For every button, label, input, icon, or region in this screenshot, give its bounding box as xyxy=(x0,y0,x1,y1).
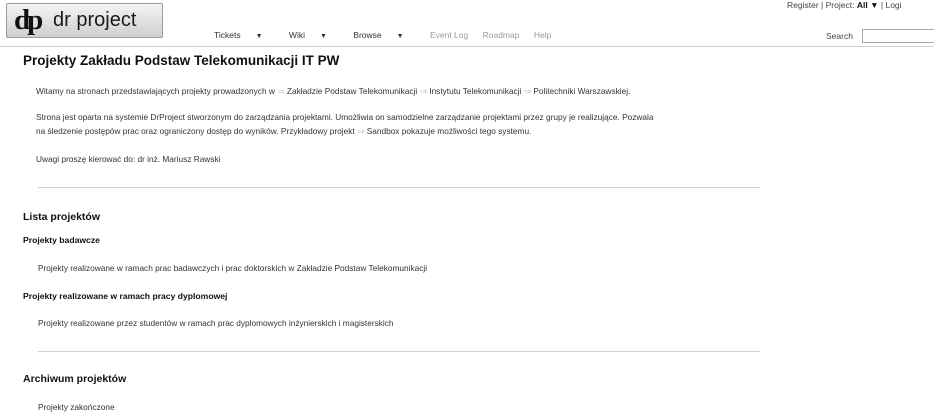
chevron-down-icon: ▼ xyxy=(870,0,879,10)
search-label: Search xyxy=(826,31,853,41)
diploma-heading: Projekty realizowane w ramach pracy dypl… xyxy=(23,291,228,301)
diploma-link[interactable]: Projekty realizowane przez studentów w r… xyxy=(38,316,394,330)
header: dp dr project Tickets ▼ Wiki ▼ Browse ▼ Eve… xyxy=(0,0,934,48)
nav-event-log[interactable]: Event Log xyxy=(430,30,468,40)
project-label: Project: xyxy=(825,0,855,10)
link-zaklad[interactable]: Zakładzie Podstaw Telekomunikacji xyxy=(277,86,417,96)
description-text: na śledzenie postępów prac oraz ogranicz… xyxy=(36,126,355,136)
archive-heading: Archiwum projektów xyxy=(23,373,127,385)
intro-text: Witamy na stronach przedstawiających pro… xyxy=(36,86,275,96)
login-link[interactable]: Logi xyxy=(885,0,901,10)
archive-link[interactable]: Projekty zakończone xyxy=(38,400,115,414)
nav-tickets[interactable]: Tickets ▼ xyxy=(214,30,275,40)
page-title: Projekty Zakładu Podstaw Telekomunikacji… xyxy=(23,53,340,68)
section-divider xyxy=(38,351,760,352)
nav-tickets-label: Tickets xyxy=(214,30,241,40)
link-sandbox[interactable]: Sandbox xyxy=(357,126,399,136)
project-selector[interactable]: Project: All ▼ xyxy=(826,0,879,10)
register-link[interactable]: Register xyxy=(787,0,819,10)
header-divider xyxy=(0,46,934,47)
separator: | xyxy=(880,0,884,10)
link-instytut[interactable]: Instytutu Telekomunikacji xyxy=(420,86,522,96)
project-value: All xyxy=(856,0,868,10)
separator: | xyxy=(821,0,824,10)
nav-wiki-label: Wiki xyxy=(288,30,305,40)
account-bar: Register | Project: All ▼ | Logi xyxy=(787,0,934,11)
logo-mark: dp xyxy=(14,4,43,36)
contact-text: Uwagi proszę kierować do: dr inż. Marius… xyxy=(36,154,221,164)
intro-paragraph: Witamy na stronach przedstawiających pro… xyxy=(36,84,630,99)
nav-roadmap[interactable]: Roadmap xyxy=(483,30,520,40)
main-nav: Tickets ▼ Wiki ▼ Browse ▼ Event Log Roadmap… xyxy=(214,28,563,42)
nav-browse[interactable]: Browse ▼ xyxy=(353,30,415,40)
description-line-2: na śledzenie postępów prac oraz ogranicz… xyxy=(36,124,531,139)
link-politechnika[interactable]: Politechniki Warszawskiej. xyxy=(524,86,631,96)
research-heading: Projekty badawcze xyxy=(23,235,100,245)
section-divider xyxy=(38,187,760,188)
chevron-down-icon: ▼ xyxy=(319,33,327,40)
logo[interactable]: dp dr project xyxy=(6,3,163,38)
chevron-down-icon: ▼ xyxy=(396,33,404,40)
projects-heading: Lista projektów xyxy=(23,211,101,223)
chevron-down-icon: ▼ xyxy=(255,33,263,40)
search-input[interactable] xyxy=(862,29,934,43)
description-text-end: pokazuje możliwości tego systemu. xyxy=(401,126,532,136)
nav-help[interactable]: Help xyxy=(534,30,551,40)
nav-browse-label: Browse xyxy=(353,30,382,40)
nav-wiki[interactable]: Wiki ▼ xyxy=(289,30,339,40)
research-link[interactable]: Projekty realizowane w ramach prac badaw… xyxy=(38,261,427,275)
logo-text: dr project xyxy=(53,9,137,31)
description-line-1: Strona jest oparta na systemie DrProject… xyxy=(36,112,654,122)
